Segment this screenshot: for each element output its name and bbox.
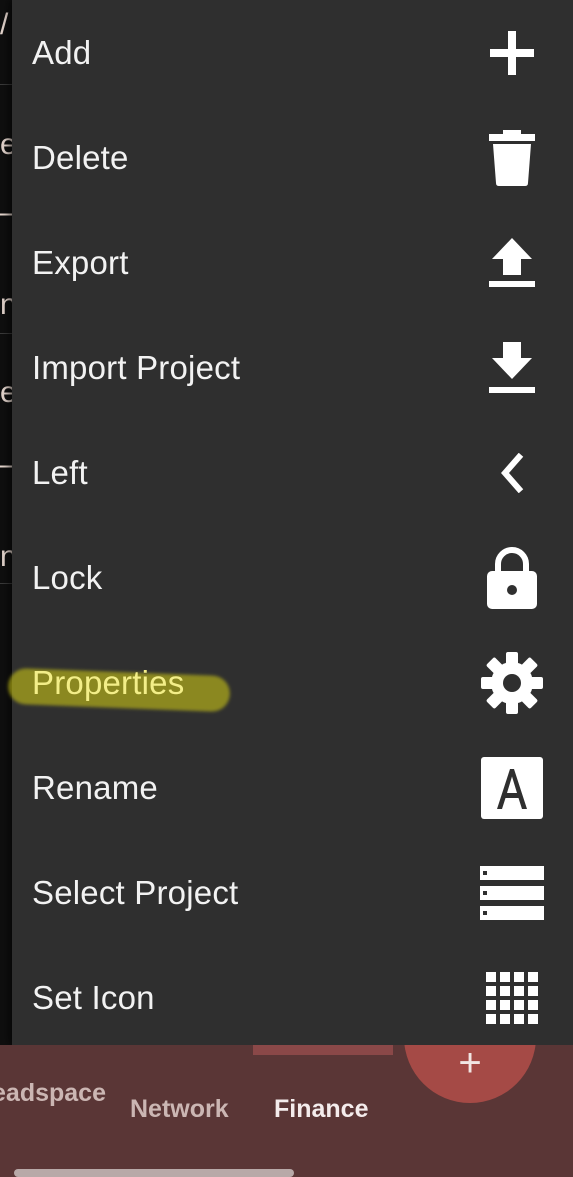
- nav-tab-network[interactable]: Network: [130, 1095, 229, 1124]
- menu-item-label: Rename: [32, 768, 158, 806]
- nav-tab-headspace[interactable]: eadspace: [0, 1077, 108, 1110]
- menu-item-label: Properties: [32, 663, 185, 701]
- menu-item-left[interactable]: Left: [12, 420, 573, 525]
- menu-item-add[interactable]: Add: [12, 0, 573, 105]
- menu-item-label: Select Project: [32, 873, 239, 911]
- download-icon: [479, 335, 545, 401]
- lock-icon: [479, 545, 545, 611]
- overflow-menu: Add Delete Export Import Project Left Lo…: [7, 0, 573, 1045]
- menu-item-select-project[interactable]: Select Project: [12, 840, 573, 945]
- menu-item-label: Import Project: [32, 348, 241, 386]
- chevron-left-icon: [479, 440, 545, 506]
- menu-item-label: Left: [32, 453, 88, 491]
- active-tab-indicator: [253, 1045, 393, 1055]
- menu-item-export[interactable]: Export: [12, 210, 573, 315]
- gear-icon: [479, 650, 545, 716]
- menu-item-set-icon[interactable]: Set Icon: [12, 945, 573, 1050]
- menu-item-label: Export: [32, 243, 129, 281]
- text-a-icon: [479, 755, 545, 821]
- fab-add-button[interactable]: +: [404, 1045, 536, 1103]
- list-icon: [479, 860, 545, 926]
- menu-item-rename[interactable]: Rename: [12, 735, 573, 840]
- menu-item-delete[interactable]: Delete: [12, 105, 573, 210]
- background-text-fragment: /: [0, 8, 9, 41]
- plus-icon: +: [458, 1045, 482, 1085]
- grid-icon: [479, 965, 545, 1031]
- trash-icon: [479, 125, 545, 191]
- home-indicator[interactable]: [14, 1169, 294, 1177]
- nav-tab-finance[interactable]: Finance: [274, 1095, 368, 1124]
- menu-item-properties[interactable]: Properties: [7, 630, 573, 735]
- menu-item-label: Add: [32, 33, 92, 71]
- plus-icon: [479, 20, 545, 86]
- menu-item-label: Delete: [32, 138, 129, 176]
- menu-item-label: Set Icon: [32, 978, 155, 1016]
- menu-item-label: Lock: [32, 558, 103, 596]
- menu-item-import-project[interactable]: Import Project: [12, 315, 573, 420]
- bottom-navigation: + eadspace Network Finance: [0, 1045, 573, 1177]
- menu-item-lock[interactable]: Lock: [12, 525, 573, 630]
- upload-icon: [479, 230, 545, 296]
